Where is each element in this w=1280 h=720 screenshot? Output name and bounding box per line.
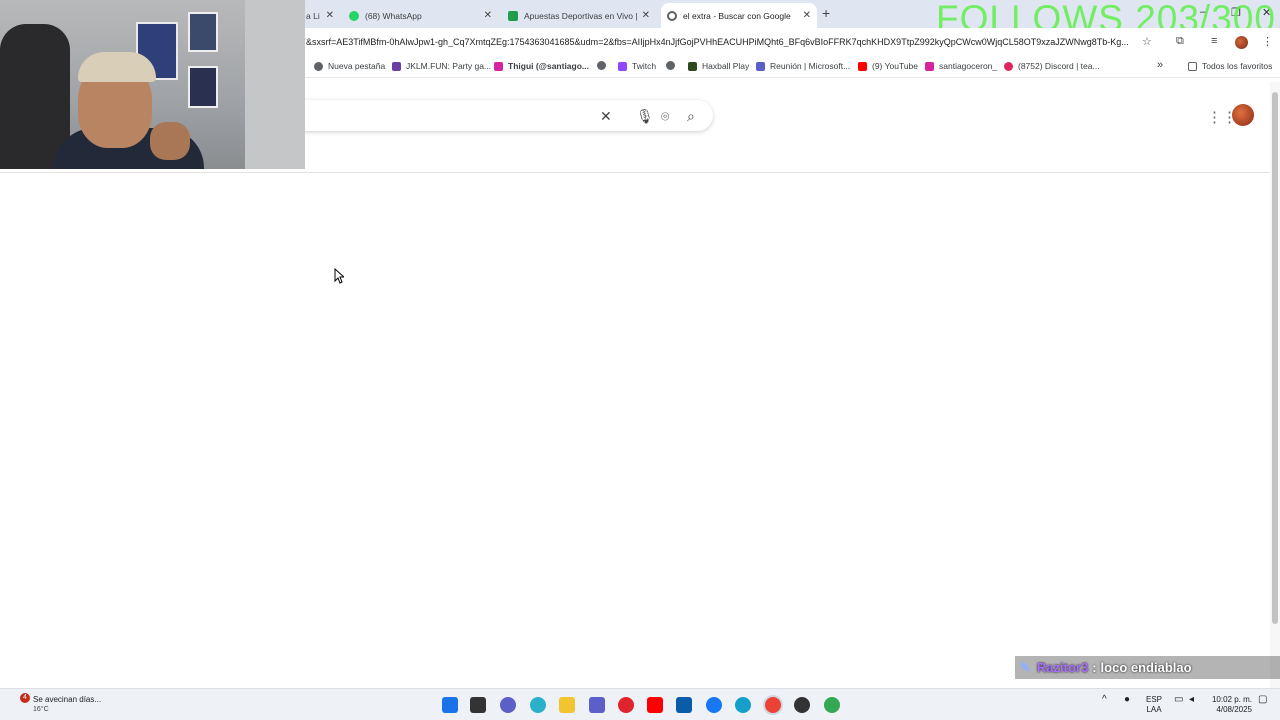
search-input[interactable]: ✕ 🎙 ⌾ ⌕ bbox=[300, 100, 713, 131]
volume-icon[interactable]: ◂ bbox=[1189, 695, 1194, 705]
tab-google-search[interactable]: el extra - Buscar con Google ✕ bbox=[661, 3, 817, 28]
lens-icon[interactable]: ⌾ bbox=[661, 108, 669, 125]
microphone-icon[interactable]: 🎙 bbox=[636, 108, 654, 125]
close-icon[interactable]: ✕ bbox=[642, 10, 650, 21]
clock[interactable]: 10:02 p. m. 4/08/2025 bbox=[1208, 695, 1252, 715]
taskbar: 4 Se avecinan días... 16°C ^ ● ESP LAA ▭… bbox=[0, 688, 1280, 720]
teams-icon[interactable] bbox=[589, 697, 605, 713]
bookmark-item[interactable]: Thigui (@santiago... bbox=[494, 61, 589, 71]
whatsapp-icon bbox=[349, 10, 359, 21]
notifications-icon[interactable]: ▢ bbox=[1258, 695, 1267, 705]
tab-title: Apuestas Deportivas en Vivo | A bbox=[524, 10, 638, 21]
webcam-overlay bbox=[0, 0, 305, 169]
wall-poster bbox=[188, 66, 218, 108]
tab-title: el extra - Buscar con Google bbox=[683, 10, 791, 21]
new-tab-button[interactable]: + bbox=[822, 5, 830, 21]
extensions-icon[interactable]: ⧉ bbox=[1176, 35, 1184, 48]
globe-icon bbox=[666, 61, 675, 70]
jklm-icon bbox=[392, 61, 401, 71]
weather-text: Se avecinan días... bbox=[33, 695, 102, 704]
tab-apuestas[interactable]: Apuestas Deportivas en Vivo | A ✕ bbox=[502, 3, 656, 28]
chat-separator: : bbox=[1092, 660, 1097, 675]
bookmark-item[interactable]: santiagoceron_ bbox=[925, 61, 997, 71]
menu-icon[interactable]: ⋮ bbox=[1262, 35, 1273, 48]
close-icon[interactable]: ✕ bbox=[484, 10, 492, 21]
network-icon[interactable]: ▭ bbox=[1174, 695, 1183, 705]
header-divider bbox=[0, 172, 1270, 173]
file-explorer-icon[interactable] bbox=[559, 697, 575, 713]
bookmark-item[interactable]: (8752) Discord | tea... bbox=[1004, 61, 1100, 71]
clear-icon[interactable]: ✕ bbox=[600, 108, 612, 125]
obs-icon[interactable] bbox=[794, 697, 810, 713]
bookmark-star-icon[interactable]: ☆ bbox=[1142, 35, 1152, 48]
more-bookmarks-icon[interactable]: » bbox=[1157, 59, 1163, 71]
wall bbox=[245, 0, 305, 169]
chat-message: loco endiablao bbox=[1100, 660, 1192, 675]
close-icon[interactable]: ✕ bbox=[326, 10, 334, 21]
profile-avatar[interactable] bbox=[1235, 36, 1248, 49]
globe-icon bbox=[597, 61, 606, 70]
windows-start-icon[interactable] bbox=[442, 697, 458, 713]
instagram-icon bbox=[494, 61, 503, 71]
folder-icon bbox=[1188, 61, 1197, 71]
streamer-hand bbox=[150, 122, 190, 160]
wall-poster bbox=[188, 12, 218, 52]
chat-username: Razitor3 bbox=[1036, 660, 1089, 675]
globe-icon bbox=[314, 61, 323, 71]
microphone-tray-icon[interactable]: ● bbox=[1124, 695, 1130, 705]
betting-site-icon bbox=[508, 10, 518, 21]
twitch-icon bbox=[618, 61, 627, 71]
chrome-profile-icon[interactable] bbox=[824, 697, 840, 713]
task-view-icon[interactable] bbox=[470, 697, 486, 713]
media-controls-icon[interactable]: ≡ bbox=[1211, 35, 1217, 47]
scrollbar[interactable] bbox=[1270, 82, 1280, 688]
weather-temp: 16°C bbox=[33, 706, 49, 713]
bookmark-item[interactable]: Reunión | Microsoft... bbox=[756, 61, 850, 71]
tab-whatsapp[interactable]: (68) WhatsApp ✕ bbox=[343, 3, 498, 28]
bookmark-item[interactable]: Nueva pestaña bbox=[314, 61, 385, 71]
google-icon bbox=[667, 10, 677, 21]
discord-icon bbox=[1004, 61, 1013, 71]
scrollbar-thumb[interactable] bbox=[1272, 92, 1278, 624]
pencil-icon: ✎ bbox=[1020, 659, 1031, 675]
edge-icon[interactable] bbox=[735, 697, 751, 713]
bookmark-item[interactable] bbox=[666, 61, 680, 70]
youtube-icon bbox=[858, 61, 867, 71]
address-bar[interactable]: &sxsrf=AE3TifMBfm-0hAlwJpw1-gh_Cq7XmtqZE… bbox=[306, 37, 1131, 47]
teams-icon bbox=[756, 61, 765, 71]
streamer-cap bbox=[78, 52, 156, 82]
chat-overlay: ✎ Razitor3 : loco endiablao bbox=[1015, 656, 1280, 679]
tab-title: (68) WhatsApp bbox=[365, 10, 422, 21]
account-avatar[interactable] bbox=[1232, 104, 1254, 126]
tray-chevron-icon[interactable]: ^ bbox=[1102, 695, 1107, 705]
search-icon[interactable]: ⌕ bbox=[687, 108, 695, 125]
facebook-icon[interactable] bbox=[706, 697, 722, 713]
bookmark-item[interactable]: (9) YouTube bbox=[858, 61, 918, 71]
chat-app-icon[interactable] bbox=[500, 697, 516, 713]
store-icon[interactable] bbox=[676, 697, 692, 713]
bookmark-item[interactable]: Haxball Play bbox=[688, 61, 749, 71]
bookmark-item[interactable] bbox=[597, 61, 611, 70]
bookmark-item[interactable]: Twitch bbox=[618, 61, 656, 71]
language-indicator[interactable]: ESP LAA bbox=[1146, 695, 1162, 715]
notification-badge: 4 bbox=[20, 693, 30, 703]
copilot-icon[interactable] bbox=[530, 697, 546, 713]
opera-icon[interactable] bbox=[618, 697, 634, 713]
tab-partial[interactable]: a Li ✕ bbox=[300, 3, 340, 28]
youtube-icon[interactable] bbox=[647, 697, 663, 713]
instagram-icon bbox=[925, 61, 934, 71]
mouse-cursor-icon bbox=[334, 268, 344, 284]
bookmark-item[interactable]: JKLM.FUN: Party ga... bbox=[392, 61, 491, 71]
close-icon[interactable]: ✕ bbox=[803, 10, 811, 21]
haxball-icon bbox=[688, 61, 697, 71]
all-favorites-folder[interactable]: Todos los favoritos bbox=[1188, 61, 1272, 71]
chrome-icon[interactable] bbox=[765, 697, 781, 713]
screen: a Li ✕ (68) WhatsApp ✕ Apuestas Deportiv… bbox=[0, 0, 1280, 720]
tab-title: a Li bbox=[306, 10, 320, 21]
